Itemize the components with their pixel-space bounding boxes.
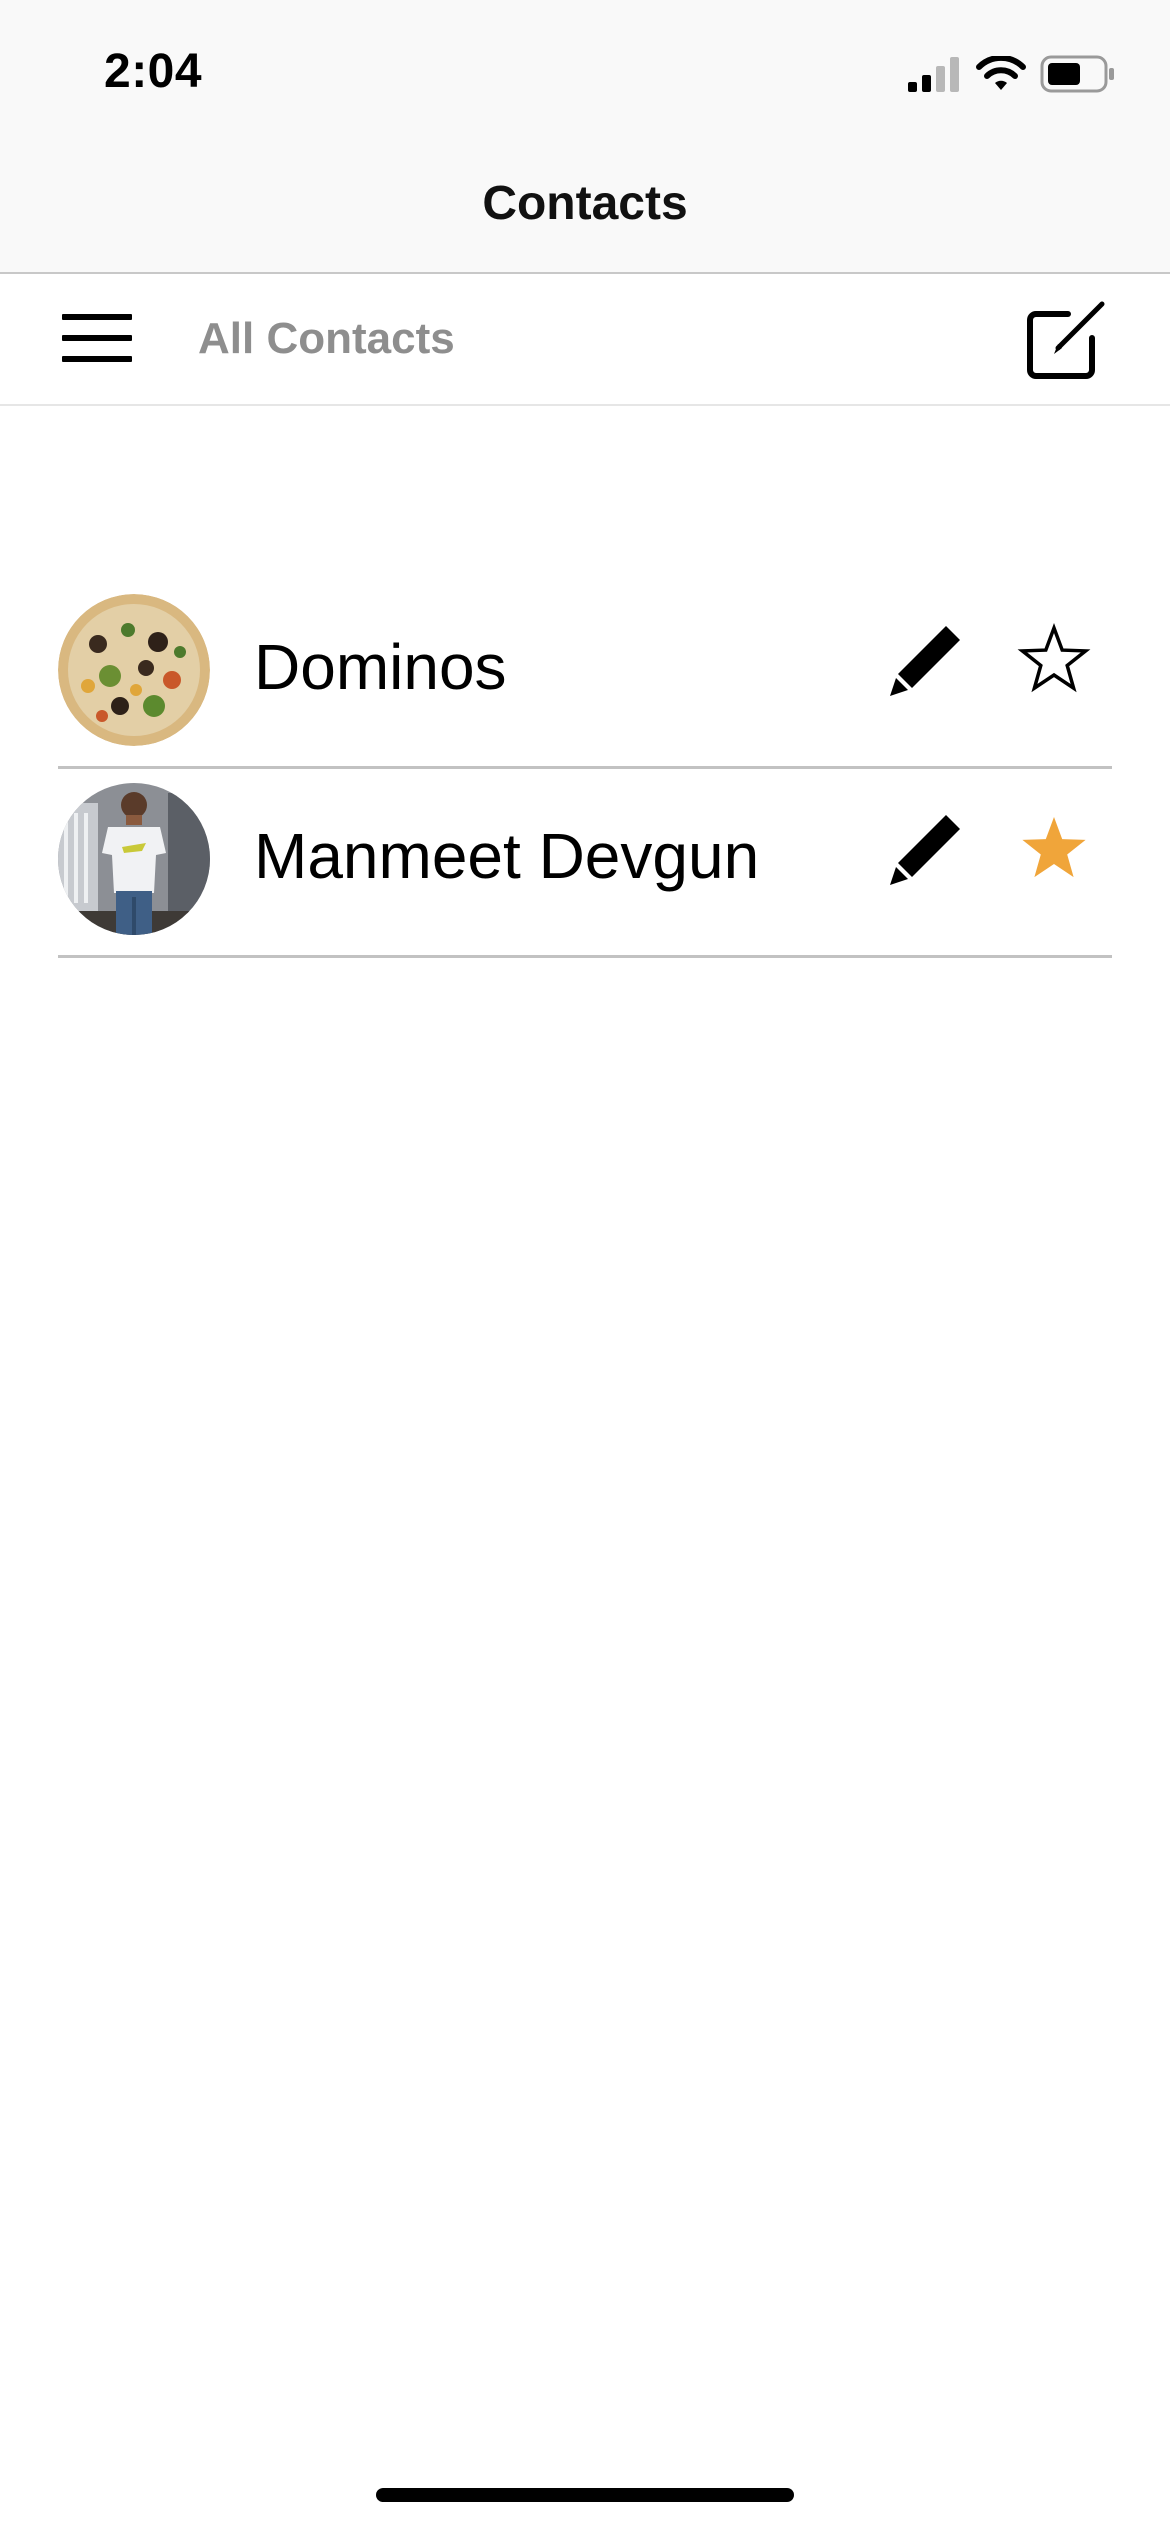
status-time: 2:04 (104, 45, 203, 98)
avatar (58, 594, 210, 746)
edit-button[interactable] (886, 620, 966, 700)
star-fill (1022, 817, 1086, 878)
toolbar: All Contacts (0, 274, 1170, 406)
add-contact-button[interactable] (1024, 298, 1108, 382)
cellular-signal-icon (908, 56, 962, 92)
contact-list: Dominos Manmeet Devgun (58, 580, 1112, 958)
home-indicator[interactable] (376, 2488, 794, 2502)
status-bar: 2:04 (0, 0, 1170, 140)
pencil-icon (886, 809, 966, 889)
hamburger-menu-icon (62, 308, 142, 370)
star-outline-icon (1014, 620, 1094, 700)
pencil-icon (886, 620, 966, 700)
contact-name: Dominos (254, 631, 507, 703)
compose-icon (1024, 298, 1108, 382)
contact-row[interactable]: Dominos (58, 580, 1112, 769)
status-icons (908, 52, 1116, 96)
page-title: Contacts (482, 177, 688, 230)
contact-row[interactable]: Manmeet Devgun (58, 769, 1112, 958)
favorite-toggle[interactable] (1014, 620, 1094, 700)
contact-name: Manmeet Devgun (254, 820, 760, 892)
edit-button[interactable] (886, 809, 966, 889)
battery-icon (1040, 55, 1116, 93)
avatar (58, 783, 210, 935)
filter-title: All Contacts (198, 314, 455, 363)
wifi-icon (976, 56, 1026, 92)
menu-button[interactable] (62, 308, 142, 370)
navigation-bar: Contacts (0, 140, 1170, 274)
favorite-toggle[interactable] (1014, 809, 1094, 889)
star-filled-icon (1014, 809, 1094, 889)
